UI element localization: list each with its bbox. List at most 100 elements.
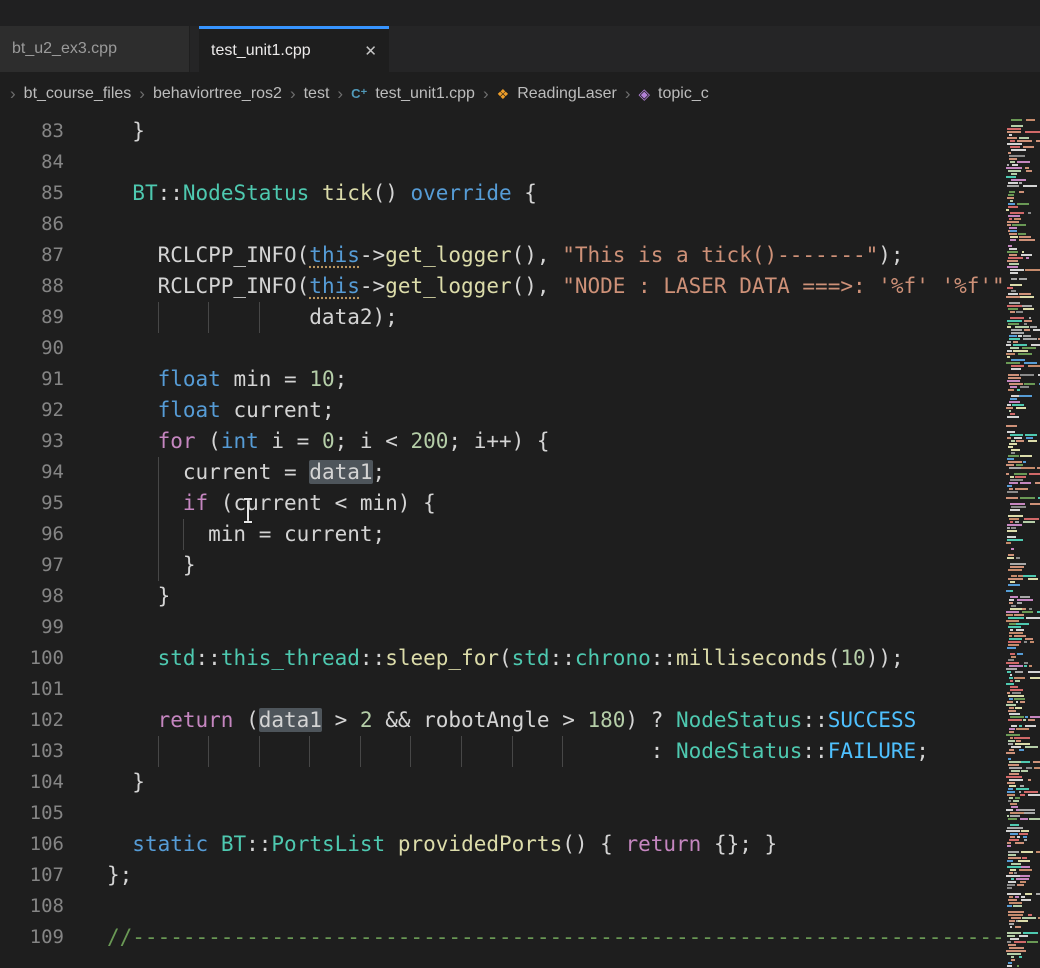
code-text: static BT::PortsList providedPorts() { r… [64,829,1006,860]
minimap-row [1006,197,1040,199]
minimap-row [1006,410,1040,412]
minimap-row [1006,395,1040,397]
code-line[interactable]: 86 [0,209,1006,240]
code-line[interactable]: 103 : NodeStatus::FAILURE; [0,736,1006,767]
code-token: } [107,770,145,794]
minimap[interactable] [1006,116,1040,968]
line-number[interactable]: 99 [0,612,64,643]
line-number[interactable]: 100 [0,643,64,674]
minimap-row [1006,446,1040,448]
breadcrumb-item[interactable]: test_unit1.cpp [375,85,475,103]
code-line[interactable]: 101 [0,674,1006,705]
line-number[interactable]: 104 [0,767,64,798]
minimap-row [1006,179,1040,181]
breadcrumb-item[interactable]: ReadingLaser [517,85,617,103]
minimap-row [1006,593,1040,595]
minimap-row [1006,176,1040,178]
code-line[interactable]: 109//-----------------------------------… [0,922,1006,953]
code-line[interactable]: 107}; [0,860,1006,891]
minimap-row [1006,254,1040,256]
minimap-row [1006,413,1040,415]
line-number[interactable]: 88 [0,271,64,302]
line-number[interactable]: 96 [0,519,64,550]
code-line[interactable]: 84 [0,147,1006,178]
code-token: (current < min) { [208,491,436,515]
code-line[interactable]: 89 data2); [0,302,1006,333]
code-line[interactable]: 83 } [0,116,1006,147]
line-number[interactable]: 91 [0,364,64,395]
indent-guide [410,736,411,767]
line-number[interactable]: 93 [0,426,64,457]
minimap-row [1006,842,1040,844]
tab-bt_u2_ex3[interactable]: bt_u2_ex3.cpp [0,26,190,72]
code-token: 180 [587,708,625,732]
line-number[interactable]: 98 [0,581,64,612]
code-line[interactable]: 108 [0,891,1006,922]
code-line[interactable]: 99 [0,612,1006,643]
line-number[interactable]: 102 [0,705,64,736]
line-number[interactable]: 95 [0,488,64,519]
line-number[interactable]: 89 [0,302,64,333]
line-number[interactable]: 106 [0,829,64,860]
minimap-row [1006,467,1040,469]
code-line[interactable]: 104 } [0,767,1006,798]
minimap-row [1006,926,1040,928]
code-line[interactable]: 85 BT::NodeStatus tick() override { [0,178,1006,209]
code-line[interactable]: 93 for (int i = 0; i < 200; i++) { [0,426,1006,457]
line-number[interactable]: 86 [0,209,64,240]
minimap-row [1006,779,1040,781]
code-text: for (int i = 0; i < 200; i++) { [64,426,1006,457]
code-token [309,181,322,205]
line-number[interactable]: 105 [0,798,64,829]
line-number[interactable]: 103 [0,736,64,767]
line-number[interactable]: 109 [0,922,64,953]
minimap-row [1006,389,1040,391]
code-line[interactable]: 90 [0,333,1006,364]
line-number[interactable]: 107 [0,860,64,891]
minimap-row [1006,563,1040,565]
line-number[interactable]: 92 [0,395,64,426]
minimap-row [1006,515,1040,517]
code-line[interactable]: 106 static BT::PortsList providedPorts()… [0,829,1006,860]
close-icon[interactable]: ✕ [364,42,377,60]
breadcrumb-item[interactable]: behaviortree_ros2 [153,85,282,103]
code-line[interactable]: 92 float current; [0,395,1006,426]
code-line[interactable]: 87 RCLCPP_INFO(this->get_logger(), "This… [0,240,1006,271]
code-line[interactable]: 91 float min = 10; [0,364,1006,395]
code-line[interactable]: 105 [0,798,1006,829]
code-text: float min = 10; [64,364,1006,395]
code-line[interactable]: 96 min = current; [0,519,1006,550]
breadcrumb-item[interactable]: bt_course_files [24,85,132,103]
code-line[interactable]: 95 if (current < min) { [0,488,1006,519]
tab-test_unit1[interactable]: test_unit1.cpp ✕ [199,26,389,72]
editor[interactable]: 83 }8485 BT::NodeStatus tick() override … [0,116,1040,968]
code-area[interactable]: 83 }8485 BT::NodeStatus tick() override … [0,116,1006,968]
line-number[interactable]: 94 [0,457,64,488]
line-number[interactable]: 87 [0,240,64,271]
line-number[interactable]: 101 [0,674,64,705]
code-line[interactable]: 97 } [0,550,1006,581]
line-number[interactable]: 108 [0,891,64,922]
line-number[interactable]: 84 [0,147,64,178]
code-line[interactable]: 94 current = data1; [0,457,1006,488]
line-number[interactable]: 97 [0,550,64,581]
code-token: return [625,832,701,856]
code-line[interactable]: 88 RCLCPP_INFO(this->get_logger(), "NODE… [0,271,1006,302]
code-line[interactable]: 98 } [0,581,1006,612]
minimap-row [1006,338,1040,340]
code-text: current = data1; [64,457,1006,488]
line-number[interactable]: 85 [0,178,64,209]
minimap-row [1006,470,1040,472]
breadcrumb-item[interactable]: test [304,85,330,103]
minimap-row [1006,476,1040,478]
code-line[interactable]: 100 std::this_thread::sleep_for(std::chr… [0,643,1006,674]
code-line[interactable]: 102 return (data1 > 2 && robotAngle > 18… [0,705,1006,736]
breadcrumb-item[interactable]: topic_c [658,85,709,103]
minimap-row [1006,473,1040,475]
minimap-row [1006,455,1040,457]
line-number[interactable]: 90 [0,333,64,364]
line-number[interactable]: 83 [0,116,64,147]
code-token: ; [916,739,929,763]
code-token: {}; } [701,832,777,856]
indent-guide [158,519,159,550]
